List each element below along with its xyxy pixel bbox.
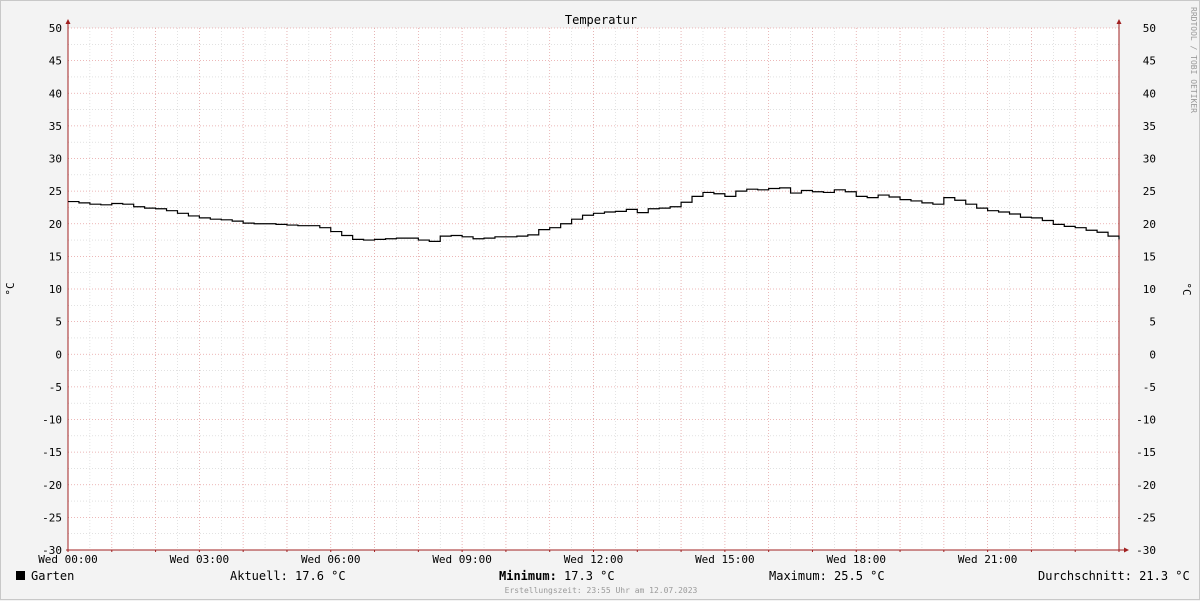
y-tick-label-right: 50 [1143, 22, 1156, 35]
legend-minimum-label: Minimum: [499, 569, 557, 583]
y-tick-label-right: -20 [1136, 479, 1156, 492]
x-axis-arrow [1124, 547, 1129, 553]
y-tick-label-right: 25 [1143, 185, 1156, 198]
y-axis-right-arrow [1116, 19, 1122, 24]
y-tick-labels-left: 50454035302520151050-5-10-15-20-25-30 [42, 22, 62, 557]
y-tick-label-left: -10 [42, 414, 62, 427]
y-tick-label-left: -5 [49, 381, 62, 394]
y-tick-label-left: 20 [49, 218, 62, 231]
legend-maximum: Maximum: 25.5 °C [769, 569, 885, 583]
y-axis-left-arrow [65, 19, 71, 24]
y-tick-label-right: -5 [1143, 381, 1156, 394]
creation-time-footer: Erstellungszeit: 23:55 Uhr am 12.07.2023 [504, 586, 698, 595]
y-tick-label-right: -25 [1136, 511, 1156, 524]
y-tick-label-right: -15 [1136, 446, 1156, 459]
legend: Garten Aktuell: 17.6 °C Minimum: 17.3 °C… [1, 567, 1200, 587]
x-tick-label: Wed 03:00 [170, 553, 230, 566]
y-tick-label-right: 10 [1143, 283, 1156, 296]
x-tick-label: Wed 15:00 [695, 553, 755, 566]
y-axis-unit-right: °C [1180, 282, 1193, 295]
x-tick-label: Wed 00:00 [38, 553, 98, 566]
y-tick-label-left: 5 [55, 316, 62, 329]
y-tick-label-left: 0 [55, 348, 62, 361]
rrdtool-vertical-label: RRDTOOL / TOBI OETIKER [1189, 7, 1198, 113]
y-tick-label-right: 45 [1143, 55, 1156, 68]
y-tick-label-left: 10 [49, 283, 62, 296]
graph-frame: 50 45 40 35 30 25 20 15 10 5 0 -5 -10 -15 -20 -25 -30 50… [0, 0, 1200, 600]
x-tick-label: Wed 09:00 [432, 553, 492, 566]
y-tick-label-left: 35 [49, 120, 62, 133]
y-tick-label-left: 50 [49, 22, 62, 35]
y-tick-label-right: 30 [1143, 153, 1156, 166]
temperature-chart: 50454035302520151050-5-10-15-20-25-30 50… [4, 7, 1198, 566]
legend-swatch [16, 571, 25, 580]
x-tick-label: Wed 18:00 [826, 553, 886, 566]
y-axis-unit-left: °C [4, 282, 17, 295]
x-tick-label: Wed 12:00 [564, 553, 624, 566]
y-tick-label-right: 35 [1143, 120, 1156, 133]
y-tick-labels-right: 50454035302520151050-5-10-15-20-25-30 [1136, 22, 1156, 557]
legend-minimum-value: 17.3 °C [556, 569, 615, 583]
y-tick-label-right: -10 [1136, 414, 1156, 427]
legend-series-name: Garten [31, 569, 75, 583]
chart-title: Temperatur [565, 13, 637, 27]
y-tick-label-right: 5 [1149, 316, 1156, 329]
x-tick-label: Wed 21:00 [958, 553, 1018, 566]
legend-minimum: Minimum: 17.3 °C [499, 569, 615, 583]
y-tick-label-left: -20 [42, 479, 62, 492]
y-tick-label-right: 40 [1143, 87, 1156, 100]
y-tick-label-right: 15 [1143, 250, 1156, 263]
y-tick-label-right: 0 [1149, 348, 1156, 361]
legend-durchschnitt: Durchschnitt: 21.3 °C [1038, 569, 1190, 583]
y-tick-label-left: 15 [49, 250, 62, 263]
y-tick-label-right: 20 [1143, 218, 1156, 231]
y-tick-label-left: -15 [42, 446, 62, 459]
legend-aktuell: Aktuell: 17.6 °C [230, 569, 346, 583]
y-tick-label-left: 45 [49, 55, 62, 68]
y-tick-label-left: 30 [49, 153, 62, 166]
y-tick-label-right: -30 [1136, 544, 1156, 557]
x-tick-label: Wed 06:00 [301, 553, 361, 566]
y-tick-label-left: 40 [49, 87, 62, 100]
x-tick-labels: Wed 00:00 Wed 03:00 Wed 06:00 Wed 09:00 Wed … [38, 553, 1017, 566]
y-tick-label-left: -25 [42, 511, 62, 524]
y-tick-label-left: 25 [49, 185, 62, 198]
